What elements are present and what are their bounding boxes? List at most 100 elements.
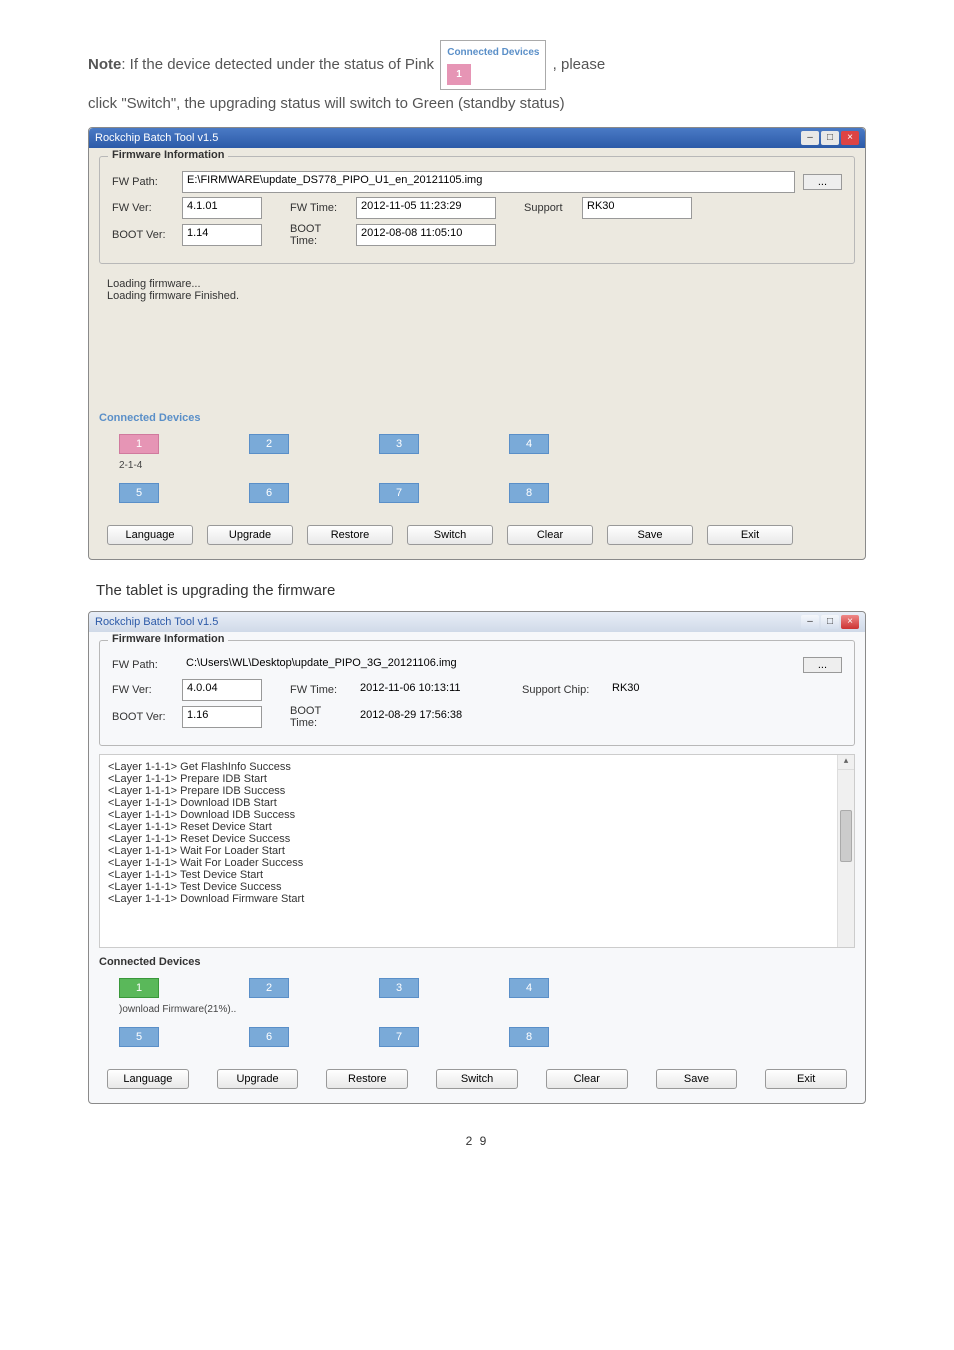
device-slot-2[interactable]: 2 (249, 434, 289, 454)
fw-time-input[interactable]: 2012-11-05 11:23:29 (356, 197, 496, 219)
close-icon[interactable]: × (841, 131, 859, 145)
browse-button[interactable]: ... (803, 657, 842, 673)
scrollbar[interactable]: ▴ (837, 755, 854, 947)
save-button[interactable]: Save (607, 525, 693, 545)
boot-ver-input[interactable]: 1.16 (182, 706, 262, 728)
page-number: 2 9 (88, 1134, 866, 1148)
device-slot-3[interactable]: 3 (379, 978, 419, 998)
app-title: Rockchip Batch Tool v1.5 (95, 132, 801, 144)
device-slot-8[interactable]: 8 (509, 483, 549, 503)
maximize-icon[interactable]: □ (821, 615, 839, 629)
intro-2: click "Switch", the upgrading status wil… (88, 90, 866, 119)
boot-time-input[interactable]: 2012-08-08 11:05:10 (356, 224, 496, 246)
upgrade-button[interactable]: Upgrade (217, 1069, 299, 1089)
button-bar: Language Upgrade Restore Switch Clear Sa… (89, 1059, 865, 1103)
log-line: <Layer 1-1-1> Prepare IDB Success (108, 785, 846, 797)
fw-path-input[interactable]: C:\Users\WL\Desktop\update_PIPO_3G_20121… (182, 655, 795, 675)
fw-time-label: FW Time: (290, 202, 348, 214)
exit-button[interactable]: Exit (707, 525, 793, 545)
firmware-info-group: Firmware Information FW Path: E:\FIRMWAR… (99, 156, 855, 264)
fw-path-input[interactable]: E:\FIRMWARE\update_DS778_PIPO_U1_en_2012… (182, 171, 795, 193)
clear-button[interactable]: Clear (546, 1069, 628, 1089)
device-slot-8[interactable]: 8 (509, 1027, 549, 1047)
device-slot-5[interactable]: 5 (119, 483, 159, 503)
device-slot-1[interactable]: 1 (119, 978, 159, 998)
log-area: <Layer 1-1-1> Get FlashInfo Success <Lay… (99, 754, 855, 948)
device-slot-7[interactable]: 7 (379, 1027, 419, 1047)
boot-time-input[interactable]: 2012-08-29 17:56:38 (356, 707, 494, 727)
restore-button[interactable]: Restore (326, 1069, 408, 1089)
browse-button[interactable]: ... (803, 174, 842, 190)
boot-time-label: BOOT Time: (290, 223, 348, 247)
log-line: <Layer 1-1-1> Download Firmware Start (108, 893, 846, 905)
language-button[interactable]: Language (107, 1069, 189, 1089)
support-label: Support Chip: (522, 684, 600, 696)
device-slot-4[interactable]: 4 (509, 978, 549, 998)
log-line: <Layer 1-1-1> Test Device Success (108, 881, 846, 893)
device-slot-4[interactable]: 4 (509, 434, 549, 454)
log-line: Loading firmware Finished. (107, 290, 847, 302)
device-slot-5[interactable]: 5 (119, 1027, 159, 1047)
intro-1b: , please (553, 56, 606, 73)
fw-ver-input[interactable]: 4.1.01 (182, 197, 262, 219)
log-line: <Layer 1-1-1> Test Device Start (108, 869, 846, 881)
switch-button[interactable]: Switch (407, 525, 493, 545)
save-button[interactable]: Save (656, 1069, 738, 1089)
app-title: Rockchip Batch Tool v1.5 (95, 616, 801, 628)
fw-path-label: FW Path: (112, 176, 174, 188)
slot1-sublabel: )ownload Firmware(21%).. (99, 1004, 855, 1015)
group-legend: Firmware Information (108, 633, 228, 645)
app-window-2: Rockchip Batch Tool v1.5 – □ × Firmware … (88, 611, 866, 1104)
note-label: Note (88, 56, 121, 73)
support-label: Support (524, 202, 574, 214)
upgrade-button[interactable]: Upgrade (207, 525, 293, 545)
fw-path-label: FW Path: (112, 659, 174, 671)
slot1-sublabel: 2-1-4 (99, 460, 855, 471)
device-slot-6[interactable]: 6 (249, 483, 289, 503)
log-line: <Layer 1-1-1> Reset Device Start (108, 821, 846, 833)
group-legend: Firmware Information (108, 149, 228, 161)
clear-button[interactable]: Clear (507, 525, 593, 545)
minimize-icon[interactable]: – (801, 131, 819, 145)
titlebar: Rockchip Batch Tool v1.5 – □ × (89, 612, 865, 632)
maximize-icon[interactable]: □ (821, 131, 839, 145)
device-slot-6[interactable]: 6 (249, 1027, 289, 1047)
fw-ver-label: FW Ver: (112, 202, 174, 214)
device-slot-1[interactable]: 1 (119, 434, 159, 454)
boot-ver-input[interactable]: 1.14 (182, 224, 262, 246)
minimize-icon[interactable]: – (801, 615, 819, 629)
boot-ver-label: BOOT Ver: (112, 229, 174, 241)
device-slot-2[interactable]: 2 (249, 978, 289, 998)
button-bar: Language Upgrade Restore Switch Clear Sa… (89, 515, 865, 559)
log-line: <Layer 1-1-1> Wait For Loader Start (108, 845, 846, 857)
switch-button[interactable]: Switch (436, 1069, 518, 1089)
intro-1a: : If the device detected under the statu… (121, 56, 434, 73)
log-line: <Layer 1-1-1> Reset Device Success (108, 833, 846, 845)
connected-legend: Connected Devices (99, 956, 855, 968)
log-line: <Layer 1-1-1> Download IDB Success (108, 809, 846, 821)
connected-devices-group: Connected Devices 1 2 3 4 )ownload Firmw… (99, 956, 855, 1051)
log-line: <Layer 1-1-1> Get FlashInfo Success (108, 761, 846, 773)
fw-time-input[interactable]: 2012-11-06 10:13:11 (356, 680, 494, 700)
connected-legend: Connected Devices (99, 412, 855, 424)
exit-button[interactable]: Exit (765, 1069, 847, 1089)
log-line: Loading firmware... (107, 278, 847, 290)
support-input[interactable]: RK30 (582, 197, 692, 219)
language-button[interactable]: Language (107, 525, 193, 545)
inline-badge: Connected Devices1 (440, 40, 546, 90)
device-slot-3[interactable]: 3 (379, 434, 419, 454)
app-window-1: Rockchip Batch Tool v1.5 – □ × Firmware … (88, 127, 866, 560)
titlebar: Rockchip Batch Tool v1.5 – □ × (89, 128, 865, 148)
support-input[interactable]: RK30 (608, 680, 716, 700)
fw-ver-label: FW Ver: (112, 684, 174, 696)
log-line: <Layer 1-1-1> Wait For Loader Success (108, 857, 846, 869)
boot-ver-label: BOOT Ver: (112, 711, 174, 723)
device-slot-7[interactable]: 7 (379, 483, 419, 503)
close-icon[interactable]: × (841, 615, 859, 629)
connected-devices-group: Connected Devices 1 2 3 4 2-1-4 5 6 7 8 (99, 412, 855, 507)
log-line: <Layer 1-1-1> Download IDB Start (108, 797, 846, 809)
log-area: Loading firmware... Loading firmware Fin… (99, 272, 855, 404)
fw-ver-input[interactable]: 4.0.04 (182, 679, 262, 701)
firmware-info-group: Firmware Information FW Path: C:\Users\W… (99, 640, 855, 746)
restore-button[interactable]: Restore (307, 525, 393, 545)
